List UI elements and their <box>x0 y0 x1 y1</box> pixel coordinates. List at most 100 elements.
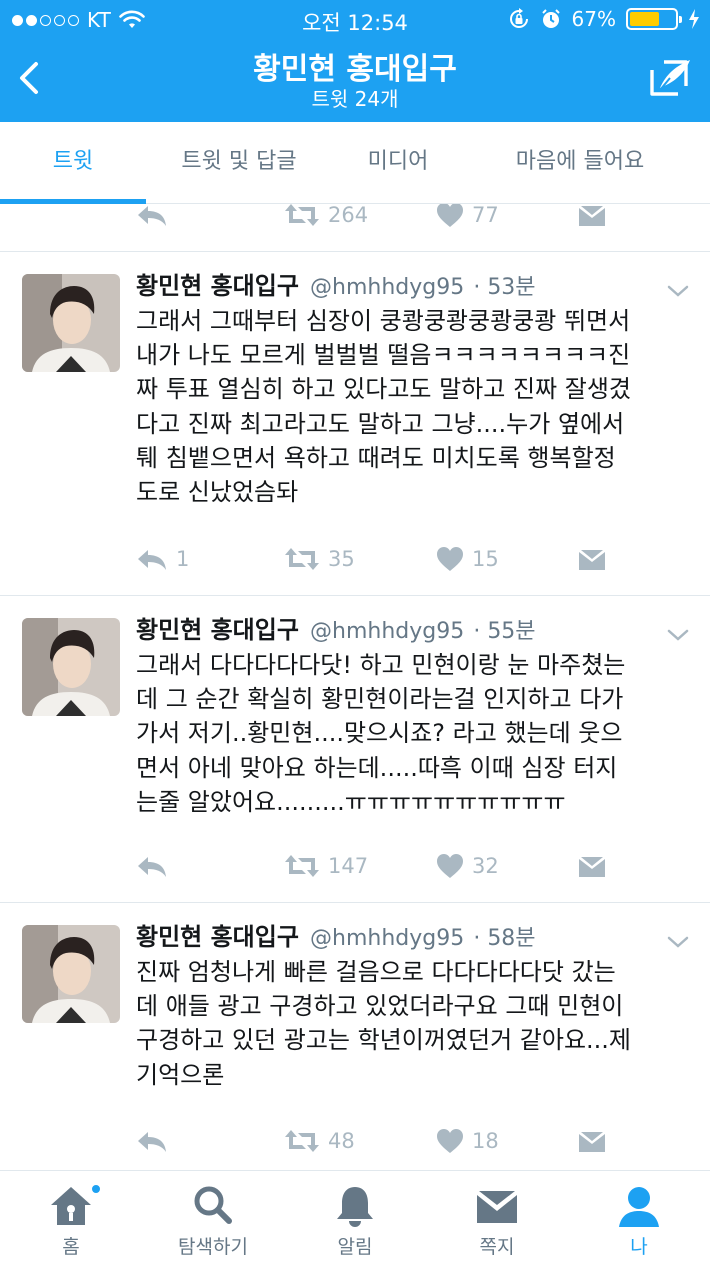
like-count: 77 <box>472 204 499 227</box>
tweet-count: 트윗 24개 <box>311 87 399 111</box>
tweet-time: · 53분 <box>473 275 536 300</box>
tabbar-home[interactable]: 홈 <box>0 1171 142 1262</box>
battery-icon <box>626 8 682 30</box>
heart-icon <box>437 547 463 571</box>
retweet-button[interactable]: 264 <box>284 204 368 232</box>
tabbar-label: 나 <box>630 1236 648 1258</box>
navigation-header: KT 오전 12:54 67% 황민현 홍대입구 트윗 24개 <box>0 0 710 122</box>
heart-icon <box>437 854 463 878</box>
tweet-text: 진짜 엄청나게 빠른 걸음으로 다다다다다닷 갔는 데 애들 광고 구경하고 있… <box>136 958 632 1089</box>
retweet-button[interactable]: 48 <box>284 1124 355 1158</box>
heart-icon <box>437 204 463 227</box>
tabbar-label: 홈 <box>62 1236 80 1258</box>
envelope-icon <box>579 1132 605 1152</box>
retweet-icon <box>285 204 319 226</box>
reply-count: 1 <box>176 547 190 571</box>
author-name[interactable]: 황민현 홍대입구 <box>136 616 299 644</box>
tweet-text: 그래서 그때부터 심장이 쿵쾅쿵쾅쿵쾅쿵쾅 뛰면서 내가 나도 모르게 벌벌벌 … <box>136 307 632 507</box>
like-button[interactable]: 18 <box>436 1124 499 1158</box>
tweet-card[interactable]: 황민현 홍대입구 @hmhhdyg95 · 55분 그래서 다다다다다닷! 하고… <box>0 596 710 903</box>
compose-tweet-button[interactable] <box>646 56 694 100</box>
chevron-down-icon[interactable] <box>666 935 690 949</box>
author-name[interactable]: 황민현 홍대입구 <box>136 272 299 300</box>
tweet-card[interactable]: 황민현 홍대입구 @hmhhdyg95 · 53분 그래서 그때부터 심장이 쿵… <box>0 252 710 596</box>
notification-dot <box>90 1183 102 1195</box>
tweet-card[interactable]: 황민현 홍대입구 @hmhhdyg95 · 58분 진짜 엄청나게 빠른 걸음으… <box>0 903 710 1170</box>
battery-percent: 67% <box>571 7 616 31</box>
reply-button[interactable]: 1 <box>136 542 189 576</box>
direct-message-button[interactable] <box>578 1124 606 1158</box>
profile-tabs: 트윗 트윗 및 답글 미디어 마음에 들어요 <box>0 122 710 204</box>
like-count: 15 <box>472 547 499 571</box>
tweet-header: 황민현 홍대입구 @hmhhdyg95 · 58분 <box>136 917 690 953</box>
avatar[interactable] <box>22 274 120 372</box>
tabbar-label: 알림 <box>337 1236 373 1258</box>
status-bar: KT 오전 12:54 67% <box>0 0 710 40</box>
home-icon <box>51 1187 91 1225</box>
envelope-icon <box>477 1191 517 1223</box>
orientation-lock-icon <box>509 8 528 28</box>
reply-button[interactable] <box>136 1124 168 1158</box>
retweet-count: 35 <box>328 547 355 571</box>
tab-media[interactable]: 미디어 <box>332 122 464 204</box>
chevron-down-icon[interactable] <box>666 284 690 298</box>
tabbar-messages[interactable]: 쪽지 <box>426 1171 568 1262</box>
tweet-actions: 264 77 <box>136 204 616 232</box>
retweet-icon <box>285 1130 319 1152</box>
tweet-header: 황민현 홍대입구 @hmhhdyg95 · 53분 <box>136 266 690 302</box>
tabbar-me[interactable]: 나 <box>568 1171 710 1262</box>
tab-tweets[interactable]: 트윗 <box>0 122 146 204</box>
retweet-count: 264 <box>328 204 369 227</box>
author-handle[interactable]: @hmhhdyg95 <box>310 275 464 300</box>
bell-icon <box>337 1187 373 1227</box>
direct-message-button[interactable] <box>578 204 606 232</box>
author-handle[interactable]: @hmhhdyg95 <box>310 926 464 951</box>
tabbar-notifications[interactable]: 알림 <box>284 1171 426 1262</box>
reply-button[interactable] <box>136 204 168 232</box>
chevron-down-icon[interactable] <box>666 628 690 642</box>
like-count: 32 <box>472 854 499 878</box>
tabbar-label: 탐색하기 <box>178 1236 248 1258</box>
direct-message-button[interactable] <box>578 849 606 883</box>
tweet-time: · 58분 <box>473 926 536 951</box>
like-button[interactable]: 77 <box>436 204 499 232</box>
like-button[interactable]: 15 <box>436 542 499 576</box>
avatar[interactable] <box>22 925 120 1023</box>
tweet-header: 황민현 홍대입구 @hmhhdyg95 · 55분 <box>136 610 690 646</box>
envelope-icon <box>579 550 605 570</box>
like-button[interactable]: 32 <box>436 849 499 883</box>
retweet-icon <box>285 548 319 570</box>
envelope-icon <box>579 857 605 877</box>
tweet-card-previous[interactable]: 264 77 <box>0 204 710 252</box>
tweet-text: 그래서 다다다다다닷! 하고 민현이랑 눈 마주쳤는 데 그 순간 확실히 황민… <box>136 651 626 816</box>
retweet-icon <box>285 855 319 877</box>
retweet-button[interactable]: 35 <box>284 542 355 576</box>
retweet-count: 147 <box>328 854 369 878</box>
author-name[interactable]: 황민현 홍대입구 <box>136 923 299 951</box>
status-right: 67% <box>508 7 700 31</box>
heart-icon <box>437 1129 463 1153</box>
bottom-tab-bar: 홈 탐색하기 알림 쪽지 나 <box>0 1170 710 1262</box>
retweet-count: 48 <box>328 1129 355 1153</box>
battery-level-fill <box>630 12 660 26</box>
tabbar-label: 쪽지 <box>479 1236 515 1258</box>
tab-likes[interactable]: 마음에 들어요 <box>464 122 696 204</box>
tweet-time: · 55분 <box>473 619 536 644</box>
tabbar-explore[interactable]: 탐색하기 <box>142 1171 284 1262</box>
search-icon <box>194 1186 232 1224</box>
retweet-button[interactable]: 147 <box>284 849 368 883</box>
tab-tweets-and-replies[interactable]: 트윗 및 답글 <box>146 122 332 204</box>
tweet-actions: 147 32 <box>136 849 616 883</box>
reply-button[interactable] <box>136 849 168 883</box>
tweet-feed[interactable]: 264 77 황민현 홍대입구 @hmhhdyg95 · 53분 그래서 그때부… <box>0 204 710 1170</box>
envelope-icon <box>579 206 605 226</box>
author-handle[interactable]: @hmhhdyg95 <box>310 619 464 644</box>
tweet-actions: 48 18 <box>136 1124 616 1158</box>
avatar[interactable] <box>22 618 120 716</box>
reply-icon <box>138 206 166 226</box>
reply-icon <box>138 857 166 877</box>
direct-message-button[interactable] <box>578 542 606 576</box>
reply-icon <box>138 1132 166 1152</box>
reply-icon <box>138 550 166 570</box>
charging-bolt-icon <box>689 9 699 29</box>
